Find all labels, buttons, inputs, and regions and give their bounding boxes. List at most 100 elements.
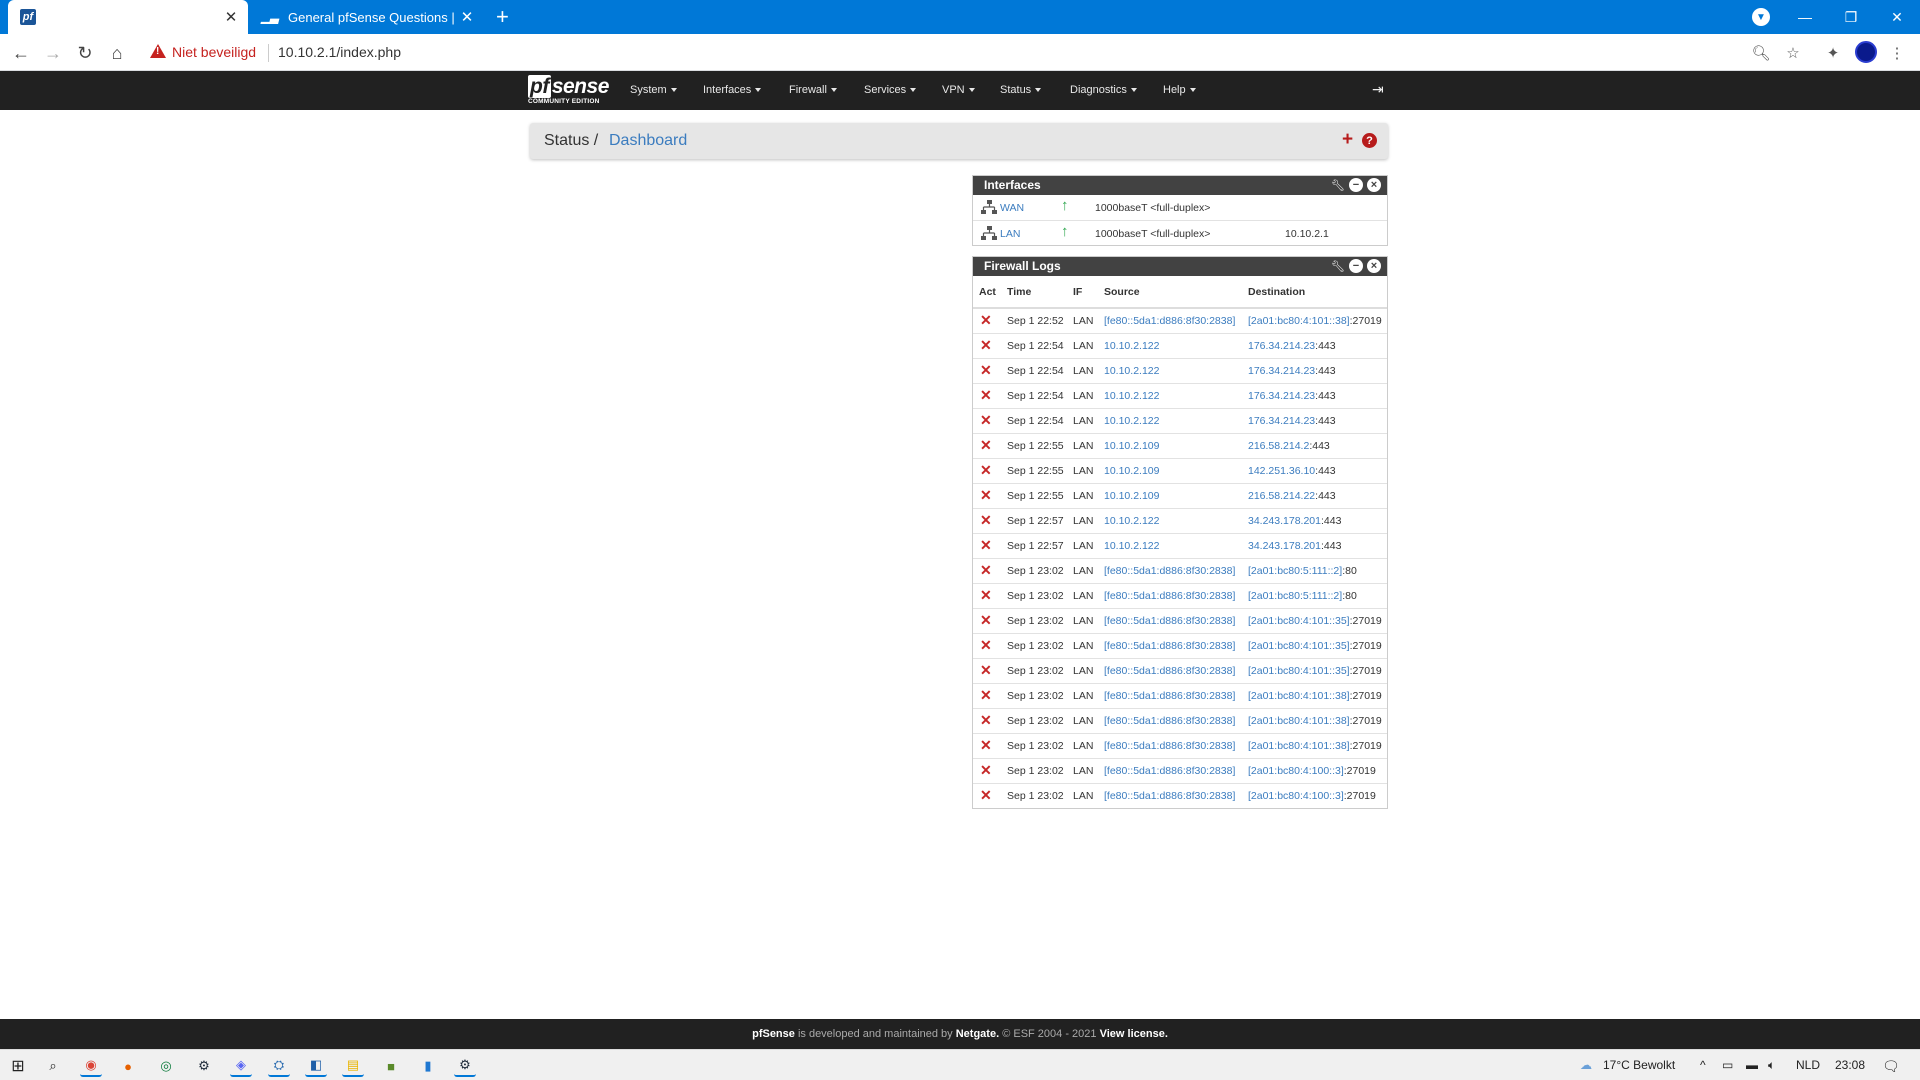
log-destination-link[interactable]: [2a01:bc80:4:100::3] (1248, 765, 1344, 777)
interface-name[interactable]: WAN (1000, 202, 1024, 214)
log-source-link[interactable]: 10.10.2.122 (1098, 532, 1242, 558)
browser-tab-netgate-forum[interactable]: ▁▃ General pfSense Questions | Net ✕ (250, 0, 484, 34)
block-x-icon[interactable]: ✕ (973, 632, 1001, 658)
security-status[interactable]: Niet beveiligd (172, 44, 256, 60)
block-x-icon[interactable]: ✕ (973, 732, 1001, 758)
footer-company-link[interactable]: Netgate. (956, 1028, 999, 1040)
chrome-icon[interactable]: ◉ (80, 1055, 102, 1077)
windows-start-icon[interactable]: ⊞ (7, 1055, 29, 1077)
app-icon[interactable]: ▮ (417, 1055, 439, 1077)
log-destination-link[interactable]: 142.251.36.10 (1248, 465, 1315, 477)
block-x-icon[interactable]: ✕ (973, 332, 1001, 358)
log-source-link[interactable]: [fe80::5da1:d886:8f30:2838] (1098, 557, 1242, 583)
vs-code-icon[interactable]: ◧ (305, 1055, 327, 1077)
log-source-link[interactable]: [fe80::5da1:d886:8f30:2838] (1098, 582, 1242, 608)
menu-help[interactable]: Help (1163, 84, 1196, 96)
breadcrumb-page[interactable]: Dashboard (609, 132, 687, 150)
log-destination-link[interactable]: [2a01:bc80:4:101::38] (1248, 715, 1350, 727)
block-x-icon[interactable]: ✕ (973, 582, 1001, 608)
log-destination-link[interactable]: [2a01:bc80:4:101::35] (1248, 665, 1350, 677)
clock[interactable]: 23:08 (1835, 1058, 1865, 1072)
menu-system[interactable]: System (630, 84, 677, 96)
log-source-link[interactable]: [fe80::5da1:d886:8f30:2838] (1098, 782, 1242, 808)
back-button[interactable]: ← (8, 40, 34, 66)
block-x-icon[interactable]: ✕ (973, 782, 1001, 808)
menu-status[interactable]: Status (1000, 84, 1042, 96)
browser-tab-pfsense[interactable]: pf ✕ (8, 0, 248, 34)
log-source-link[interactable]: 10.10.2.109 (1098, 457, 1242, 483)
close-tab-icon[interactable]: ✕ (220, 8, 242, 26)
log-source-link[interactable]: 10.10.2.109 (1098, 482, 1242, 508)
firefox-icon[interactable]: ● (117, 1055, 139, 1077)
log-source-link[interactable]: [fe80::5da1:d886:8f30:2838] (1098, 732, 1242, 758)
volume-icon[interactable]: 🔈︎ (1768, 1058, 1775, 1073)
block-x-icon[interactable]: ✕ (973, 382, 1001, 408)
logout-icon[interactable]: ⇥ (1372, 81, 1384, 98)
restore-window-button[interactable]: ❐ (1828, 0, 1874, 34)
add-widget-icon[interactable]: + (1342, 129, 1353, 151)
block-x-icon[interactable]: ✕ (973, 432, 1001, 458)
search-icon[interactable]: ⌕ (42, 1055, 64, 1077)
log-destination-link[interactable]: 216.58.214.2 (1248, 440, 1309, 452)
network-tool-icon[interactable]: ⛭ (268, 1055, 290, 1077)
log-destination-link[interactable]: [2a01:bc80:4:101::38] (1248, 690, 1350, 702)
reload-button[interactable]: ↻ (72, 40, 98, 66)
view-license-link[interactable]: View license. (1100, 1028, 1168, 1040)
close-window-button[interactable]: ✕ (1874, 0, 1920, 34)
forward-button[interactable]: → (40, 40, 66, 66)
close-tab-icon[interactable]: ✕ (456, 8, 478, 26)
log-source-link[interactable]: [fe80::5da1:d886:8f30:2838] (1098, 607, 1242, 633)
show-hidden-icons-icon[interactable]: ^ (1700, 1058, 1706, 1072)
block-x-icon[interactable]: ✕ (973, 682, 1001, 708)
close-widget-icon[interactable]: × (1367, 178, 1381, 192)
block-x-icon[interactable]: ✕ (973, 407, 1001, 433)
new-tab-button[interactable]: + (496, 6, 509, 28)
log-source-link[interactable]: 10.10.2.122 (1098, 332, 1242, 358)
log-destination-link[interactable]: [2a01:bc80:4:101::38] (1248, 740, 1350, 752)
log-source-link[interactable]: [fe80::5da1:d886:8f30:2838] (1098, 707, 1242, 733)
language-indicator[interactable]: NLD (1796, 1058, 1820, 1072)
menu-vpn[interactable]: VPN (942, 84, 975, 96)
log-destination-link[interactable]: [2a01:bc80:4:101::35] (1248, 615, 1350, 627)
log-destination-link[interactable]: [2a01:bc80:5:111::2] (1248, 565, 1342, 577)
interface-name[interactable]: LAN (1000, 228, 1020, 240)
log-destination-link[interactable]: 34.243.178.201 (1248, 515, 1321, 527)
menu-interfaces[interactable]: Interfaces (703, 84, 762, 96)
log-source-link[interactable]: [fe80::5da1:d886:8f30:2838] (1098, 632, 1242, 658)
file-explorer-icon[interactable]: ▤ (342, 1055, 364, 1077)
log-source-link[interactable]: 10.10.2.122 (1098, 507, 1242, 533)
weather-icon[interactable]: ☁ (1580, 1058, 1592, 1072)
log-source-link[interactable]: 10.10.2.122 (1098, 407, 1242, 433)
menu-diagnostics[interactable]: Diagnostics (1070, 84, 1137, 96)
log-destination-link[interactable]: 176.34.214.23 (1248, 340, 1315, 352)
wrench-settings-icon[interactable]: 🔧︎ (1331, 178, 1345, 192)
discord-icon[interactable]: ◈ (230, 1055, 252, 1077)
battery-icon[interactable]: ▬ (1746, 1058, 1758, 1072)
block-x-icon[interactable]: ✕ (973, 307, 1001, 333)
wrench-settings-icon[interactable]: 🔧︎ (1331, 259, 1345, 273)
address-bar-url[interactable]: 10.10.2.1/index.php (278, 44, 401, 60)
block-x-icon[interactable]: ✕ (973, 457, 1001, 483)
minimize-widget-icon[interactable]: − (1349, 178, 1363, 192)
close-widget-icon[interactable]: × (1367, 259, 1381, 273)
log-source-link[interactable]: 10.10.2.109 (1098, 432, 1242, 458)
block-x-icon[interactable]: ✕ (973, 482, 1001, 508)
log-destination-link[interactable]: 176.34.214.23 (1248, 415, 1315, 427)
home-button[interactable]: ⌂ (104, 40, 130, 66)
not-secure-warning-icon[interactable] (150, 44, 166, 58)
help-icon[interactable]: ? (1362, 133, 1377, 148)
block-x-icon[interactable]: ✕ (973, 357, 1001, 383)
log-source-link[interactable]: [fe80::5da1:d886:8f30:2838] (1098, 757, 1242, 783)
steam-active-icon[interactable]: ⚙ (454, 1055, 476, 1077)
steam-icon[interactable]: ⚙ (193, 1055, 215, 1077)
extensions-puzzle-icon[interactable]: ✦ (1822, 42, 1844, 64)
minimize-window-button[interactable]: — (1782, 0, 1828, 34)
log-destination-link[interactable]: [2a01:bc80:4:100::3] (1248, 790, 1344, 802)
block-x-icon[interactable]: ✕ (973, 532, 1001, 558)
menu-services[interactable]: Services (864, 84, 917, 96)
edge-icon[interactable]: ◎ (155, 1055, 177, 1077)
log-destination-link[interactable]: 216.58.214.22 (1248, 490, 1315, 502)
zoom-icon[interactable]: 🔍︎ (1750, 42, 1772, 64)
log-source-link[interactable]: [fe80::5da1:d886:8f30:2838] (1098, 682, 1242, 708)
minecraft-icon[interactable]: ■ (380, 1055, 402, 1077)
